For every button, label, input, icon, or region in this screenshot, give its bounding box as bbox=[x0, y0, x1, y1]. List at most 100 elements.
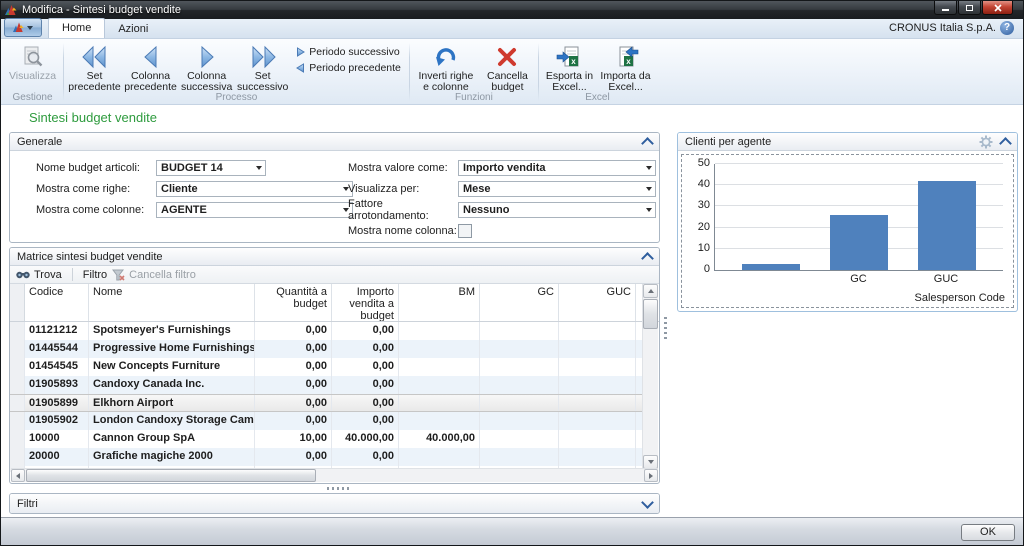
table-cell[interactable]: 20000 bbox=[25, 448, 89, 466]
gear-icon[interactable] bbox=[979, 135, 993, 149]
table-cell[interactable]: 0,00 bbox=[332, 395, 399, 411]
matrix-fasttab-header[interactable]: Matrice sintesi budget vendite bbox=[10, 248, 659, 266]
visualizza-per-combo[interactable]: Mese bbox=[458, 181, 656, 197]
table-cell[interactable]: Grafiche magiche 2000 bbox=[89, 448, 255, 466]
table-row[interactable]: 01454545New Concepts Furniture0,000,00 bbox=[10, 358, 643, 376]
column-header-guc[interactable]: GUC bbox=[559, 284, 636, 321]
tab-azioni[interactable]: Azioni bbox=[105, 20, 161, 38]
mostra-valore-come-combo[interactable]: Importo vendita bbox=[458, 160, 656, 176]
table-cell[interactable]: Spotsmeyer's Furnishings bbox=[89, 322, 255, 340]
column-header-gc[interactable]: GC bbox=[480, 284, 559, 321]
bar-chart[interactable]: 01020304050 GCGUC Salesperson Code bbox=[681, 154, 1014, 308]
table-cell[interactable]: 01905893 bbox=[25, 376, 89, 394]
colonna-successiva-button[interactable]: Colonna successiva bbox=[180, 41, 233, 93]
table-cell[interactable]: 0,00 bbox=[255, 412, 332, 430]
table-cell[interactable] bbox=[559, 395, 636, 411]
column-header-quantita[interactable]: Quantità a budget bbox=[255, 284, 332, 321]
column-header-bm[interactable]: BM bbox=[399, 284, 480, 321]
table-cell[interactable]: Elkhorn Airport bbox=[89, 395, 255, 411]
row-selector[interactable] bbox=[10, 358, 25, 376]
table-cell[interactable]: Progressive Home Furnishings bbox=[89, 340, 255, 358]
table-row[interactable]: 20000Grafiche magiche 20000,000,00 bbox=[10, 448, 643, 466]
dropdown-arrow-icon[interactable] bbox=[646, 166, 652, 173]
table-row[interactable]: 01121212Spotsmeyer's Furnishings0,000,00 bbox=[10, 322, 643, 340]
table-cell[interactable] bbox=[559, 376, 636, 394]
column-header-importo[interactable]: Importo vendita a budget bbox=[332, 284, 399, 321]
cancella-budget-button[interactable]: Cancella budget bbox=[481, 41, 534, 93]
table-cell[interactable]: Candoxy Canada Inc. bbox=[89, 376, 255, 394]
table-cell[interactable]: 0,00 bbox=[255, 448, 332, 466]
mostra-come-colonne-combo[interactable]: AGENTE bbox=[156, 202, 353, 218]
table-cell[interactable]: 10,00 bbox=[255, 430, 332, 448]
set-precedente-button[interactable]: Set precedente bbox=[68, 41, 121, 93]
table-cell[interactable] bbox=[480, 412, 559, 430]
table-cell[interactable] bbox=[559, 412, 636, 430]
maximize-button[interactable] bbox=[958, 1, 981, 15]
application-menu-button[interactable] bbox=[4, 18, 42, 37]
general-fasttab-header[interactable]: Generale bbox=[10, 133, 659, 151]
horizontal-splitter[interactable] bbox=[327, 487, 349, 490]
scroll-up-button[interactable] bbox=[643, 284, 658, 298]
table-cell[interactable] bbox=[480, 340, 559, 358]
row-selector[interactable] bbox=[10, 448, 25, 466]
vertical-scrollbar[interactable] bbox=[642, 284, 658, 469]
filter-button[interactable]: Filtro bbox=[83, 269, 107, 281]
table-cell[interactable] bbox=[399, 448, 480, 466]
horizontal-scroll-thumb[interactable] bbox=[26, 469, 316, 482]
nome-budget-articoli-combo[interactable]: BUDGET 14 bbox=[156, 160, 266, 176]
horizontal-scrollbar[interactable] bbox=[11, 468, 658, 482]
row-selector[interactable] bbox=[10, 412, 25, 430]
table-cell[interactable]: 0,00 bbox=[332, 412, 399, 430]
mostra-come-righe-combo[interactable]: Cliente bbox=[156, 181, 353, 197]
table-cell[interactable]: 0,00 bbox=[255, 322, 332, 340]
table-cell[interactable] bbox=[399, 412, 480, 430]
table-row[interactable]: 01445544Progressive Home Furnishings0,00… bbox=[10, 340, 643, 358]
periodo-precedente-button[interactable]: Periodo precedente bbox=[296, 62, 401, 74]
collapse-icon[interactable] bbox=[641, 252, 654, 265]
table-cell[interactable] bbox=[559, 358, 636, 376]
table-cell[interactable] bbox=[480, 395, 559, 411]
column-header-codice[interactable]: Codice bbox=[25, 284, 89, 321]
filters-fasttab-header[interactable]: Filtri bbox=[10, 494, 659, 513]
column-header-nome[interactable]: Nome bbox=[89, 284, 255, 321]
collapse-icon[interactable] bbox=[641, 137, 654, 150]
table-row[interactable]: 10000Cannon Group SpA10,0040.000,0040.00… bbox=[10, 430, 643, 448]
scroll-down-button[interactable] bbox=[643, 455, 658, 469]
inverti-righe-colonne-button[interactable]: Inverti righe e colonne bbox=[414, 41, 478, 93]
table-cell[interactable]: 01905899 bbox=[25, 395, 89, 411]
table-cell[interactable]: 40.000,00 bbox=[399, 430, 480, 448]
table-cell[interactable]: 0,00 bbox=[255, 340, 332, 358]
dropdown-arrow-icon[interactable] bbox=[646, 208, 652, 215]
row-selector[interactable] bbox=[10, 395, 25, 411]
table-row[interactable]: 01905899Elkhorn Airport0,000,00 bbox=[10, 394, 643, 412]
table-cell[interactable]: 0,00 bbox=[332, 376, 399, 394]
vertical-splitter[interactable] bbox=[664, 317, 667, 341]
table-cell[interactable] bbox=[399, 376, 480, 394]
table-cell[interactable] bbox=[399, 322, 480, 340]
table-cell[interactable]: 0,00 bbox=[255, 358, 332, 376]
table-cell[interactable] bbox=[559, 430, 636, 448]
table-cell[interactable] bbox=[480, 376, 559, 394]
table-cell[interactable]: 0,00 bbox=[332, 322, 399, 340]
tab-home[interactable]: Home bbox=[48, 18, 105, 38]
fattore-arrotondamento-combo[interactable]: Nessuno bbox=[458, 202, 656, 218]
table-row[interactable]: 01905902London Candoxy Storage Campus0,0… bbox=[10, 412, 643, 430]
scroll-right-button[interactable] bbox=[644, 469, 658, 482]
table-cell[interactable] bbox=[480, 448, 559, 466]
colonna-precedente-button[interactable]: Colonna precedente bbox=[124, 41, 177, 93]
help-icon[interactable]: ? bbox=[1000, 21, 1014, 35]
vertical-scroll-thumb[interactable] bbox=[643, 299, 658, 329]
periodo-successivo-button[interactable]: Periodo successivo bbox=[296, 46, 401, 58]
set-successivo-button[interactable]: Set successivo bbox=[236, 41, 289, 93]
visualizza-button[interactable]: Visualizza bbox=[6, 41, 59, 82]
mostra-nome-colonna-checkbox[interactable] bbox=[458, 224, 472, 238]
table-cell[interactable] bbox=[399, 340, 480, 358]
table-cell[interactable]: 40.000,00 bbox=[332, 430, 399, 448]
collapse-icon[interactable] bbox=[999, 137, 1012, 150]
expand-icon[interactable] bbox=[641, 496, 654, 509]
table-cell[interactable]: 01121212 bbox=[25, 322, 89, 340]
table-cell[interactable]: 01905902 bbox=[25, 412, 89, 430]
table-cell[interactable]: London Candoxy Storage Campus bbox=[89, 412, 255, 430]
row-selector[interactable] bbox=[10, 430, 25, 448]
title-bar[interactable]: Modifica - Sintesi budget vendite bbox=[1, 1, 1023, 19]
